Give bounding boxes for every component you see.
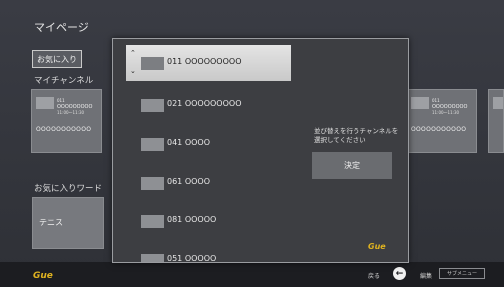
caret-up-icon: ⌃ [130,49,136,57]
section-title-favorite-words: お気に入りワード [34,184,103,194]
channel-thumbnail [36,97,54,109]
channel-list-label: 061 OOOO [167,177,210,186]
section-title-my-channel: マイチャンネル [34,76,94,86]
program-title: OOOOOOOOOOO [411,126,467,133]
channel-card[interactable]: 011 OOOOOOOOO 11:00〜11:30 OOOOOOOOOOO [31,89,102,153]
channel-list-label: 011 OOOOOOOOO [167,57,242,66]
channel-number: 011 [432,98,440,103]
favorite-word-card[interactable]: テニス [32,197,104,249]
channel-list-item-selected[interactable]: ⌃ ⌄ 011 OOOOOOOOO [126,45,291,81]
channel-thumbnail [141,215,164,228]
channel-list-item[interactable]: 051 OOOOO [113,246,291,263]
sub-menu-button[interactable]: サブメニュー [439,268,485,279]
channel-number: 011 [57,98,65,103]
channel-list-label: 051 OOOOO [167,254,217,263]
channel-thumbnail [141,138,164,151]
channel-thumbnail [141,177,164,190]
channel-thumbnail [141,254,164,262]
tab-favorites[interactable]: お気に入り [32,50,82,68]
channel-thumbnail [141,57,164,70]
favorite-word-label: テニス [39,218,63,227]
caret-down-icon: ⌄ [130,67,136,75]
channel-card[interactable]: 011 OOOOOOOOO 11:00〜11:30 OOOOOOOOOOO [406,89,477,153]
back-icon[interactable]: ← [393,267,406,280]
channel-list-item[interactable]: 081 OOOOO [113,207,291,237]
channel-thumbnail [411,97,429,109]
dialog-description: 並び替えを行うチャンネルを選択してください [314,127,399,144]
channel-thumbnail [141,99,164,112]
channel-list-item[interactable]: 021 OOOOOOOOO [113,91,291,121]
channel-thumbnail [493,97,503,109]
channel-reorder-dialog: ⌃ ⌄ 011 OOOOOOOOO 021 OOOOOOOOO 041 OOOO… [112,38,409,263]
channel-card[interactable] [488,89,504,153]
back-label: 戻る [368,273,381,280]
edit-label: 編集 [420,273,433,280]
confirm-button[interactable]: 決定 [312,152,392,179]
channel-time: 11:00〜11:30 [57,110,85,115]
channel-list-item[interactable]: 041 OOOO [113,130,291,160]
page-title: マイページ [34,21,89,34]
channel-list-label: 041 OOOO [167,138,210,147]
brand-logo: Gue [33,271,53,281]
channel-list-label: 081 OOOOO [167,215,217,224]
channel-time: 11:00〜11:30 [432,110,460,115]
channel-list-label: 021 OOOOOOOOO [167,99,242,108]
channel-list-item[interactable]: 061 OOOO [113,169,291,199]
dialog-logo: Gue [368,242,386,251]
program-title: OOOOOOOOOOO [36,126,92,133]
